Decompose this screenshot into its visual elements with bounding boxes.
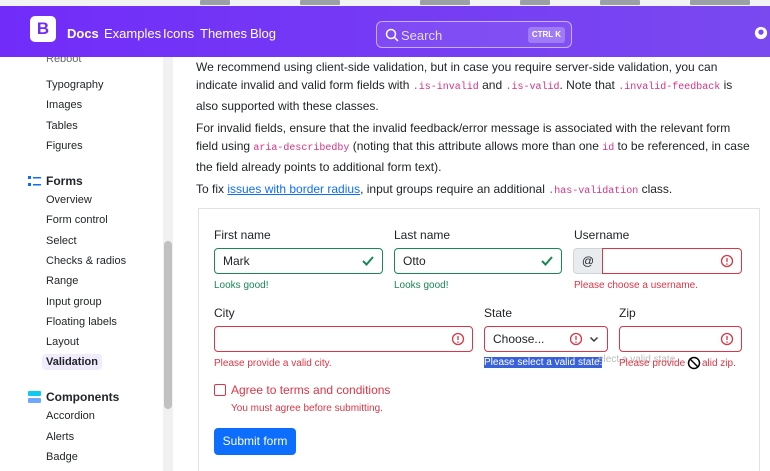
ui-checks-icon (28, 175, 41, 186)
sidebar-heading-forms-label: Forms (46, 174, 83, 188)
sidebar-item-accordion[interactable]: Accordion (46, 410, 95, 422)
text: (noting that this attribute allows more … (349, 139, 603, 153)
sidebar-item-layout[interactable]: Layout (46, 336, 79, 348)
username-label: Username (574, 228, 630, 242)
state-invalid-feedback: Please select a valid state. (484, 357, 603, 368)
check-icon (362, 256, 374, 266)
search-placeholder: Search (401, 28, 443, 43)
paragraph-invalid-fields: For invalid fields, ensure that the inva… (196, 119, 752, 176)
error-circle-icon (569, 332, 583, 346)
text: class. (638, 182, 673, 196)
state-label: State (484, 306, 513, 320)
code-has-validation: .has-validation (548, 186, 639, 197)
text: . Note that (559, 78, 619, 92)
sidebar-item-figures[interactable]: Figures (46, 140, 83, 152)
sidebar-item-form-control[interactable]: Form control (46, 214, 108, 226)
zip-label: Zip (619, 306, 636, 320)
sidebar-item-checks-radios[interactable]: Checks & radios (46, 255, 126, 267)
first-name-value: Mark (223, 254, 250, 268)
error-circle-icon (720, 254, 734, 268)
sidebar-item-floating-labels[interactable]: Floating labels (46, 316, 117, 328)
terms-invalid-feedback: You must agree before submitting. (231, 403, 383, 414)
sidebar-item-overview[interactable]: Overview (46, 194, 92, 206)
text: To fix (196, 182, 228, 196)
chevron-down-icon (589, 336, 599, 343)
sidebar-item-typography[interactable]: Typography (46, 79, 103, 91)
zip-feedback-part-b: alid zip. (701, 358, 736, 369)
sidebar-heading-components: Components (28, 390, 119, 404)
docs-sidebar: Reboot Typography Images Tables Figures … (0, 57, 176, 471)
sidebar-item-validation[interactable]: Validation (42, 354, 102, 370)
issues-border-radius-link[interactable]: issues with border radius (227, 182, 360, 196)
sidebar-item-alerts[interactable]: Alerts (46, 431, 74, 443)
top-navbar: B Docs Examples Icons Themes Blog Search… (0, 6, 770, 57)
sidebar-item-select[interactable]: Select (46, 235, 77, 247)
zip-feedback-part-a: Please provide (619, 358, 688, 369)
github-icon[interactable] (754, 26, 768, 40)
state-selected-value: Choose... (493, 332, 545, 346)
sidebar-item-images[interactable]: Images (46, 99, 82, 111)
city-invalid-feedback: Please provide a valid city. (214, 358, 332, 369)
terms-label[interactable]: Agree to terms and conditions (231, 383, 390, 397)
nav-link-docs[interactable]: Docs (67, 26, 99, 41)
sidebar-scrollbar-thumb[interactable] (164, 241, 172, 409)
code-is-valid: .is-valid (505, 82, 560, 93)
last-name-value: Otto (403, 254, 426, 268)
error-circle-icon (451, 332, 465, 346)
first-name-valid-feedback: Looks good! (214, 280, 269, 291)
username-input[interactable] (602, 248, 742, 274)
zip-invalid-feedback: Please provide alid zip. (619, 358, 736, 369)
sidebar-item-input-group[interactable]: Input group (46, 296, 102, 308)
paragraph-border-radius: To fix issues with border radius, input … (196, 180, 752, 201)
username-at-addon: @ (573, 248, 602, 274)
sidebar-item-badge[interactable]: Badge (46, 451, 78, 463)
submit-form-button[interactable]: Submit form (214, 428, 296, 455)
sidebar-heading-components-label: Components (46, 390, 120, 404)
code-invalid-feedback: .invalid-feedback (618, 82, 721, 93)
last-name-label: Last name (394, 228, 451, 242)
paragraph-server-side: We recommend using client-side validatio… (196, 58, 752, 115)
state-select[interactable]: Choose... (484, 326, 608, 352)
terms-checkbox[interactable] (214, 384, 226, 396)
first-name-label: First name (214, 228, 271, 242)
sidebar-heading-forms: Forms (28, 174, 83, 188)
city-input[interactable] (214, 326, 473, 352)
search-icon (385, 28, 399, 42)
last-name-input[interactable]: Otto (394, 248, 562, 274)
code-aria-describedby: aria-describedby (253, 143, 350, 154)
nav-link-themes[interactable]: Themes (200, 26, 247, 41)
zip-input[interactable] (619, 326, 742, 352)
search-button[interactable]: Search CTRL K (376, 21, 572, 48)
first-name-input[interactable]: Mark (214, 248, 383, 274)
search-shortcut-hint: CTRL K (527, 27, 565, 43)
nav-link-blog[interactable]: Blog (250, 26, 276, 41)
text: , input groups require an additional (360, 182, 549, 196)
check-icon (541, 256, 553, 266)
city-label: City (214, 306, 235, 320)
sidebar-item-reboot[interactable]: Reboot (46, 57, 81, 65)
sidebar-item-range[interactable]: Range (46, 275, 78, 287)
menu-button-icon (28, 391, 41, 403)
last-name-valid-feedback: Looks good! (394, 280, 449, 291)
username-invalid-feedback: Please choose a username. (574, 280, 698, 291)
code-is-invalid: .is-invalid (412, 82, 479, 93)
sidebar-item-tables[interactable]: Tables (46, 120, 78, 132)
error-circle-icon (720, 332, 734, 346)
nav-link-examples[interactable]: Examples (104, 26, 161, 41)
sidebar-scrollbar[interactable] (163, 57, 173, 471)
nav-link-icons[interactable]: Icons (163, 26, 194, 41)
not-allowed-cursor-icon (687, 356, 701, 370)
bootstrap-logo[interactable]: B (30, 16, 56, 42)
text: and (478, 78, 506, 92)
code-id: id (602, 143, 615, 154)
